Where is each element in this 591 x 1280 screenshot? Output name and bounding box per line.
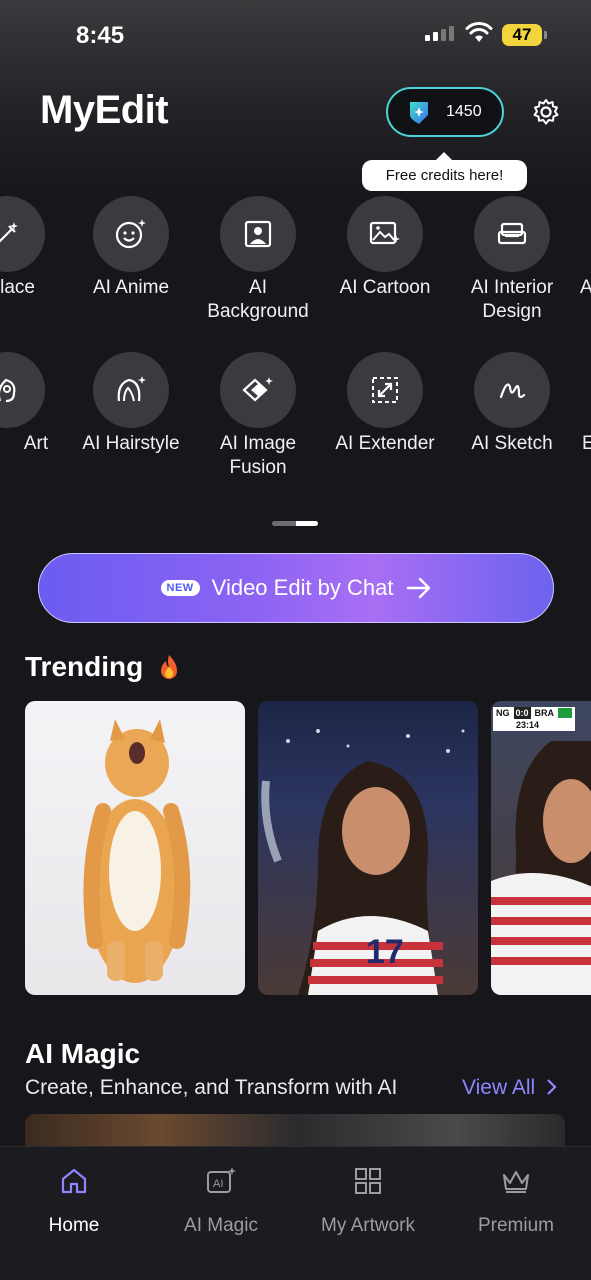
- tool-ai-sketch[interactable]: AI Sketch: [447, 352, 577, 456]
- trending-card-cat[interactable]: [25, 701, 245, 995]
- credits-shield-icon: [410, 102, 428, 124]
- fan-illustration: [491, 741, 591, 995]
- nav-label: Home: [48, 1215, 100, 1236]
- home-icon: [61, 1168, 87, 1194]
- jersey-number: 17: [366, 933, 404, 971]
- tools-row-2: Art AI Hairstyle AI Image Fusion AI Exte…: [0, 352, 591, 492]
- new-badge: NEW: [160, 580, 200, 596]
- bottom-navigation: Home AI AI Magic My Artwork Premium: [0, 1146, 591, 1280]
- svg-text:AI: AI: [213, 1178, 223, 1190]
- tool-label: A: [580, 277, 591, 298]
- credits-value: 1450: [446, 103, 482, 120]
- image-sparkle-icon: [369, 221, 400, 245]
- tool-label: AI Sketch: [471, 433, 553, 454]
- nav-premium[interactable]: Premium: [446, 1165, 586, 1237]
- tool-partial[interactable]: E: [574, 352, 591, 456]
- trending-title: Trending: [25, 651, 144, 682]
- nav-home[interactable]: Home: [4, 1165, 144, 1237]
- tool-label: AI Background: [207, 277, 309, 322]
- tool-ai-image-fusion[interactable]: AI Image Fusion: [193, 352, 323, 480]
- head-icon: [0, 378, 16, 403]
- tool-label: AI Anime: [92, 277, 170, 298]
- tool-ai-cartoon[interactable]: AI Cartoon: [320, 196, 450, 300]
- nav-label: Premium: [477, 1215, 554, 1236]
- tool-ai-extender[interactable]: AI Extender: [320, 352, 450, 456]
- smiley-sparkle-icon: [115, 219, 146, 249]
- sofa-icon: [497, 222, 527, 245]
- page-indicator: [272, 521, 318, 526]
- tool-label: Art: [23, 433, 49, 454]
- nav-label: AI Magic: [184, 1215, 258, 1236]
- tool-ai-anime[interactable]: AI Anime: [66, 196, 196, 300]
- grid-icon: [355, 1168, 381, 1194]
- nav-label: My Artwork: [321, 1215, 415, 1236]
- tool-partial[interactable]: A: [574, 196, 591, 300]
- video-edit-by-chat-button[interactable]: NEW Video Edit by Chat: [38, 553, 554, 623]
- status-time: 8:45: [76, 22, 125, 49]
- expand-icon: [372, 377, 398, 403]
- tool-label: E: [582, 433, 591, 454]
- tool-ai-hairstyle[interactable]: AI Hairstyle: [66, 352, 196, 456]
- tool-label: AI Cartoon: [339, 277, 431, 298]
- trending-header: Trending: [25, 651, 181, 683]
- tool-label: AI Extender: [335, 433, 435, 454]
- credits-tooltip[interactable]: Free credits here!: [362, 152, 527, 191]
- arrow-right-icon: [406, 577, 430, 599]
- wand-icon: [0, 222, 18, 243]
- trending-card-fan-2[interactable]: NG 0:0 BRA 23:14: [491, 701, 591, 995]
- nav-ai-magic[interactable]: AI AI Magic: [151, 1165, 291, 1237]
- nav-my-artwork[interactable]: My Artwork: [298, 1165, 438, 1237]
- signal-icon: [425, 26, 454, 41]
- tools-row-1: eplace AI Anime AI Background AI Cartoon…: [0, 196, 591, 336]
- tool-ai-interior-design[interactable]: AI Interior Design: [447, 196, 577, 324]
- credits-button[interactable]: 1450: [386, 87, 504, 137]
- tool-replace[interactable]: eplace: [0, 196, 72, 300]
- tool-label: AI Image Fusion: [219, 433, 297, 478]
- tool-ai-background[interactable]: AI Background: [193, 196, 323, 324]
- settings-gear-icon[interactable]: [532, 98, 560, 126]
- view-all-label: View All: [462, 1076, 536, 1099]
- tool-label: AI Hairstyle: [82, 433, 180, 454]
- fire-icon: [161, 655, 178, 679]
- portrait-frame-icon: [244, 220, 272, 248]
- tool-label: eplace: [0, 277, 35, 298]
- view-all-link[interactable]: View All: [462, 1076, 557, 1100]
- chevron-right-icon: [547, 1079, 557, 1095]
- app-title: MyEdit: [40, 88, 169, 132]
- ai-magic-subtitle: Create, Enhance, and Transform with AI: [25, 1076, 398, 1099]
- ai-sparkle-icon: AI: [207, 1167, 236, 1193]
- ai-magic-title: AI Magic: [25, 1038, 141, 1069]
- hair-icon: [117, 376, 146, 402]
- tool-label: AI Interior Design: [470, 277, 554, 322]
- cat-illustration: [83, 719, 191, 983]
- crown-icon: [503, 1171, 529, 1193]
- trending-card-fan-1[interactable]: 17: [258, 701, 478, 995]
- wifi-icon: [465, 22, 493, 42]
- layers-icon: [242, 377, 273, 402]
- squiggle-icon: [499, 383, 526, 399]
- battery-indicator: 47: [502, 24, 547, 46]
- tool-art[interactable]: Art: [0, 352, 72, 456]
- video-edit-label: Video Edit by Chat: [211, 575, 394, 600]
